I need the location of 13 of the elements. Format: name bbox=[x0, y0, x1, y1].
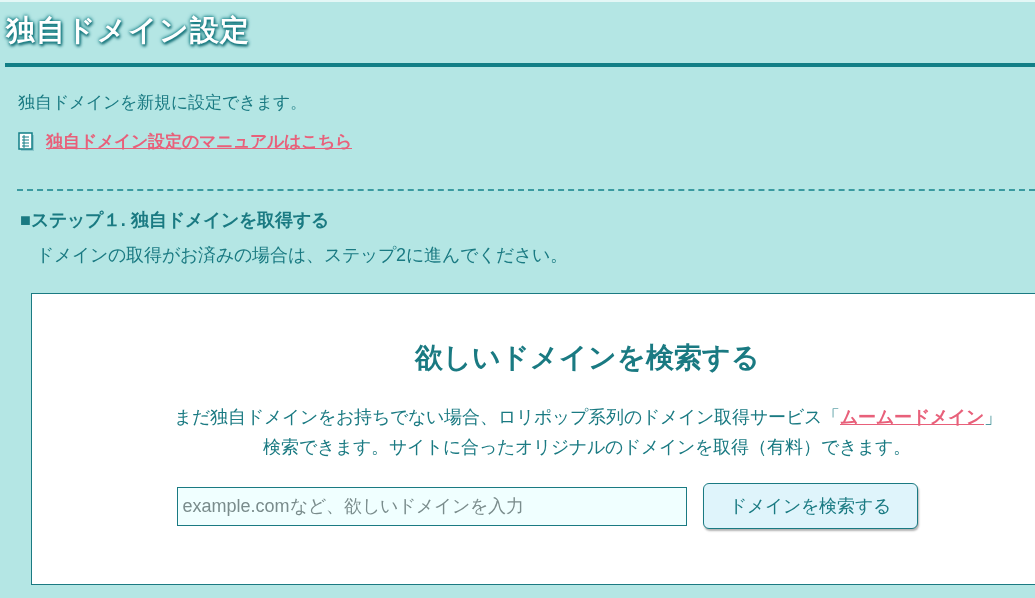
domain-search-field[interactable]: example.comなど、欲しいドメインを入力 bbox=[176, 486, 687, 526]
page-title: 独自ドメイン設定 bbox=[6, 13, 250, 48]
description-text: 」 bbox=[984, 407, 1002, 427]
description-text: まだ独自ドメインをお持ちでない場合、ロリポップ系列のドメイン取得サービス「 bbox=[174, 407, 840, 427]
step-note: ドメインの取得がお済みの場合は、ステップ2に進んでください。 bbox=[36, 244, 569, 267]
intro-text: 独自ドメインを新規に設定できます。 bbox=[18, 92, 308, 114]
domain-search-button[interactable]: ドメインを検索する bbox=[702, 483, 918, 529]
step-heading: ■ステップ１. 独自ドメインを取得する bbox=[20, 209, 330, 232]
document-icon bbox=[18, 132, 36, 152]
muumuu-link[interactable]: ムームードメイン bbox=[840, 407, 984, 427]
description-text: 検索できます。サイトに合ったオリジナルのドメインを取得（有料）できます。 bbox=[263, 436, 911, 459]
panel-heading: 欲しいドメインを検索する bbox=[414, 341, 760, 375]
manual-link[interactable]: 独自ドメイン設定のマニュアルはこちら bbox=[46, 130, 352, 154]
